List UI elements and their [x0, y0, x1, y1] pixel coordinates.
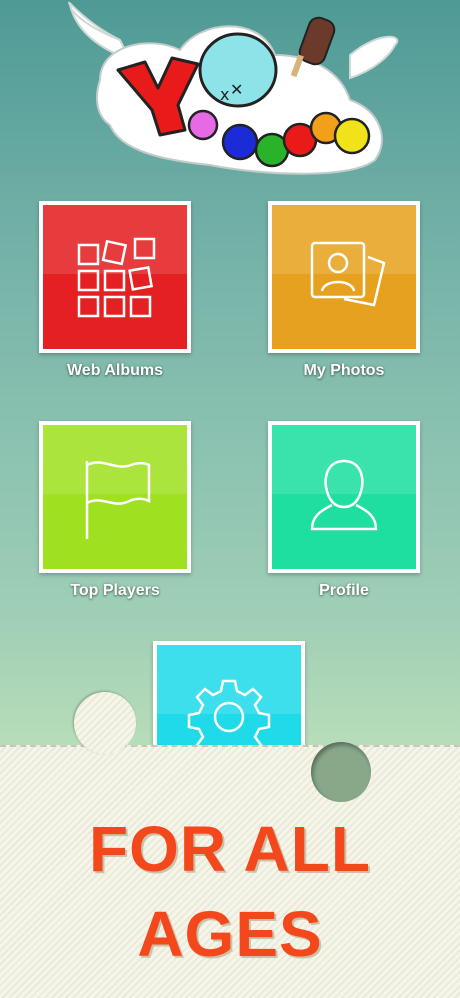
tagline-line-2: AGES [137, 898, 323, 970]
my-photos-button[interactable] [268, 201, 420, 353]
tagline-line-1: FOR ALL [89, 813, 371, 885]
photo-grid-icon [77, 237, 156, 318]
profile-label: Profile [319, 582, 369, 599]
top-players-label: Top Players [70, 582, 160, 599]
top-players-button[interactable] [39, 421, 191, 573]
puzzle-knob [74, 692, 136, 754]
yopuzzle-logo: x ✕ [68, 1, 399, 175]
web-albums-button[interactable] [39, 201, 191, 353]
user-icon [310, 459, 378, 531]
svg-text:x: x [220, 85, 229, 104]
my-photos-label: My Photos [303, 362, 385, 379]
flag-icon [85, 461, 151, 539]
svg-text:✕: ✕ [230, 80, 243, 99]
web-albums-label: Web Albums [66, 362, 163, 379]
puzzle-socket [311, 742, 371, 802]
profile-button[interactable] [268, 421, 420, 573]
photo-portrait-icon [310, 241, 386, 307]
